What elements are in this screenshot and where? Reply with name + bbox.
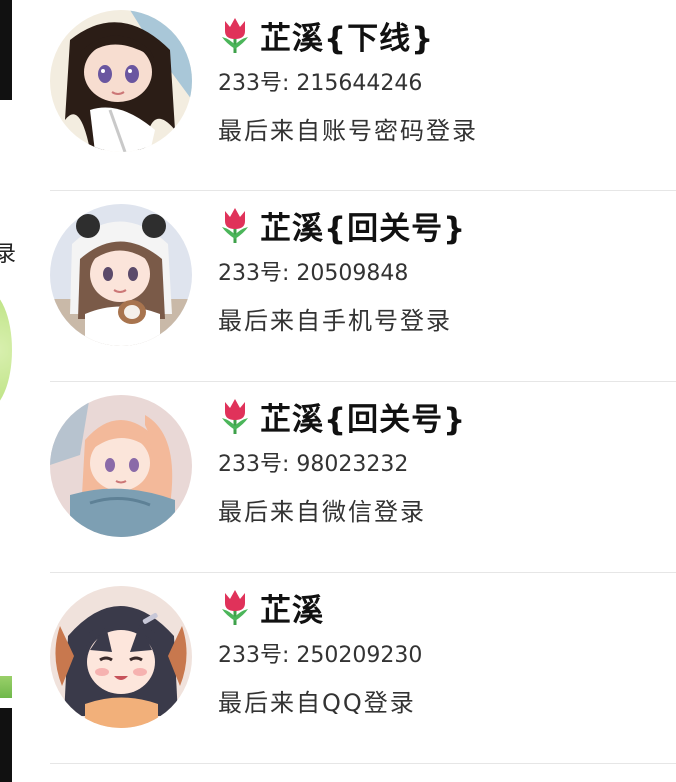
account-uid: 233号: 20509848 <box>218 261 409 286</box>
background-edge-bottom <box>0 708 12 782</box>
tulip-icon <box>222 399 248 434</box>
account-uid: 233号: 98023232 <box>218 452 409 477</box>
account-info: 芷溪{下线} 233号: 215644246 最后来自账号密码登录 <box>218 13 478 146</box>
account-item[interactable]: 芷溪{下线} 233号: 215644246 最后来自账号密码登录 <box>50 0 676 191</box>
account-item[interactable]: 芷溪{回关号} 233号: 20509848 最后来自手机号登录 <box>50 191 676 382</box>
avatar <box>50 204 192 346</box>
background-decoration <box>0 290 12 410</box>
background-decoration-small <box>0 676 12 698</box>
account-info: 芷溪 233号: 250209230 最后来自QQ登录 <box>218 585 422 718</box>
account-item[interactable]: 芷溪{回关号} 233号: 98023232 最后来自微信登录 <box>50 382 676 573</box>
account-uid: 233号: 215644246 <box>218 71 423 96</box>
anime-avatar-icon <box>50 204 192 346</box>
account-name: 芷溪 <box>260 592 324 629</box>
tulip-icon <box>222 208 248 243</box>
account-item[interactable]: 芷溪 233号: 250209230 最后来自QQ登录 <box>50 573 676 764</box>
anime-avatar-icon <box>50 586 192 728</box>
anime-avatar-icon <box>50 10 192 152</box>
login-source: 最后来自手机号登录 <box>218 307 452 335</box>
account-info: 芷溪{回关号} 233号: 20509848 最后来自手机号登录 <box>218 203 466 336</box>
tulip-icon <box>222 18 248 53</box>
account-info: 芷溪{回关号} 233号: 98023232 最后来自微信登录 <box>218 394 466 527</box>
login-source: 最后来自微信登录 <box>218 498 426 526</box>
account-name: 芷溪{回关号} <box>260 210 467 247</box>
login-source: 最后来自账号密码登录 <box>218 117 478 145</box>
background-text: 录 <box>0 242 17 267</box>
avatar <box>50 10 192 152</box>
tulip-icon <box>222 590 248 625</box>
account-switch-screen: 录 芷溪{下线} 233号: 215644246 最后来自账号密码登录 芷溪{回… <box>0 0 676 782</box>
avatar <box>50 395 192 537</box>
avatar <box>50 586 192 728</box>
account-name: 芷溪{回关号} <box>260 401 467 438</box>
account-list: 芷溪{下线} 233号: 215644246 最后来自账号密码登录 芷溪{回关号… <box>50 0 676 764</box>
background-edge <box>0 0 12 100</box>
account-name: 芷溪{下线} <box>260 20 435 57</box>
anime-avatar-icon <box>50 395 192 537</box>
account-uid: 233号: 250209230 <box>218 643 423 668</box>
login-source: 最后来自QQ登录 <box>218 689 416 717</box>
